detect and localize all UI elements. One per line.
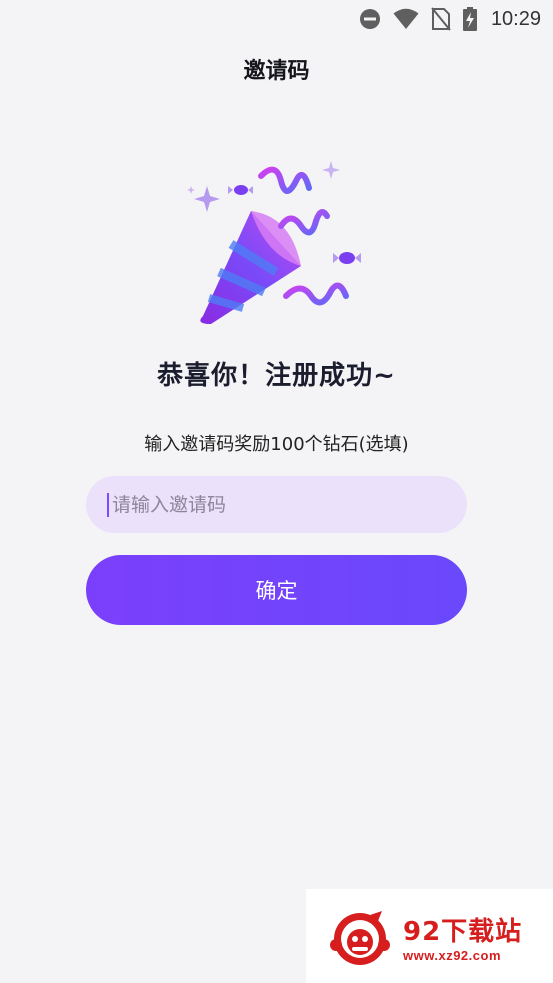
- invite-reward-text: 输入邀请码奖励100个钻石(选填): [144, 434, 409, 455]
- battery-charging-icon: [462, 7, 477, 31]
- site-logo-icon: [330, 909, 394, 973]
- watermark: 92下载站 www.xz92.com: [306, 889, 553, 983]
- success-headline: 恭喜你！注册成功~: [157, 361, 396, 391]
- header: 邀请码: [0, 50, 553, 94]
- text-caret: [107, 492, 109, 517]
- status-bar: 10:29: [0, 0, 553, 38]
- watermark-name: 92下载站: [403, 917, 523, 947]
- party-popper-icon: [181, 156, 371, 336]
- status-time: 10:29: [490, 7, 541, 30]
- no-sim-icon: [431, 7, 451, 31]
- status-icons: 10:29: [359, 6, 541, 32]
- wifi-icon: [393, 8, 419, 30]
- invite-code-input[interactable]: [110, 492, 444, 517]
- confirm-button[interactable]: 确定: [86, 555, 467, 625]
- do-not-disturb-icon: [359, 8, 381, 30]
- invite-code-field[interactable]: [86, 476, 467, 533]
- page-title: 邀请码: [243, 59, 310, 84]
- watermark-url: www.xz92.com: [403, 948, 501, 963]
